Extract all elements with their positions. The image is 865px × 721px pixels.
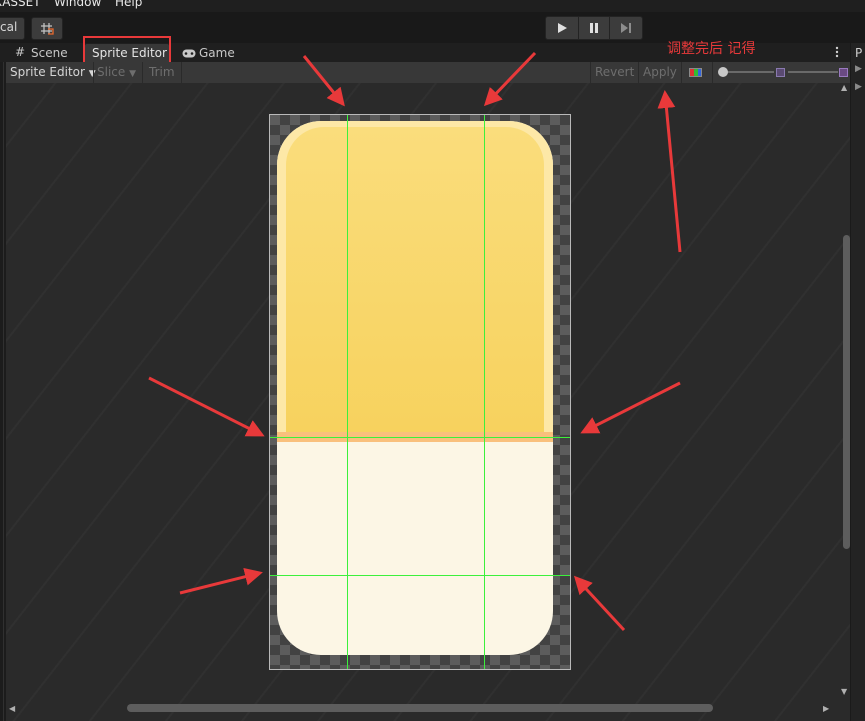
arrow-bottom-left xyxy=(179,567,263,595)
annotation-arrows xyxy=(148,51,682,632)
arrow-mid-right xyxy=(580,381,681,434)
arrow-top-left xyxy=(302,55,345,107)
arrow-mid-left xyxy=(148,376,265,437)
arrow-bottom-right xyxy=(573,575,626,632)
arrow-to-apply xyxy=(657,90,682,253)
arrow-top-right xyxy=(483,51,537,107)
